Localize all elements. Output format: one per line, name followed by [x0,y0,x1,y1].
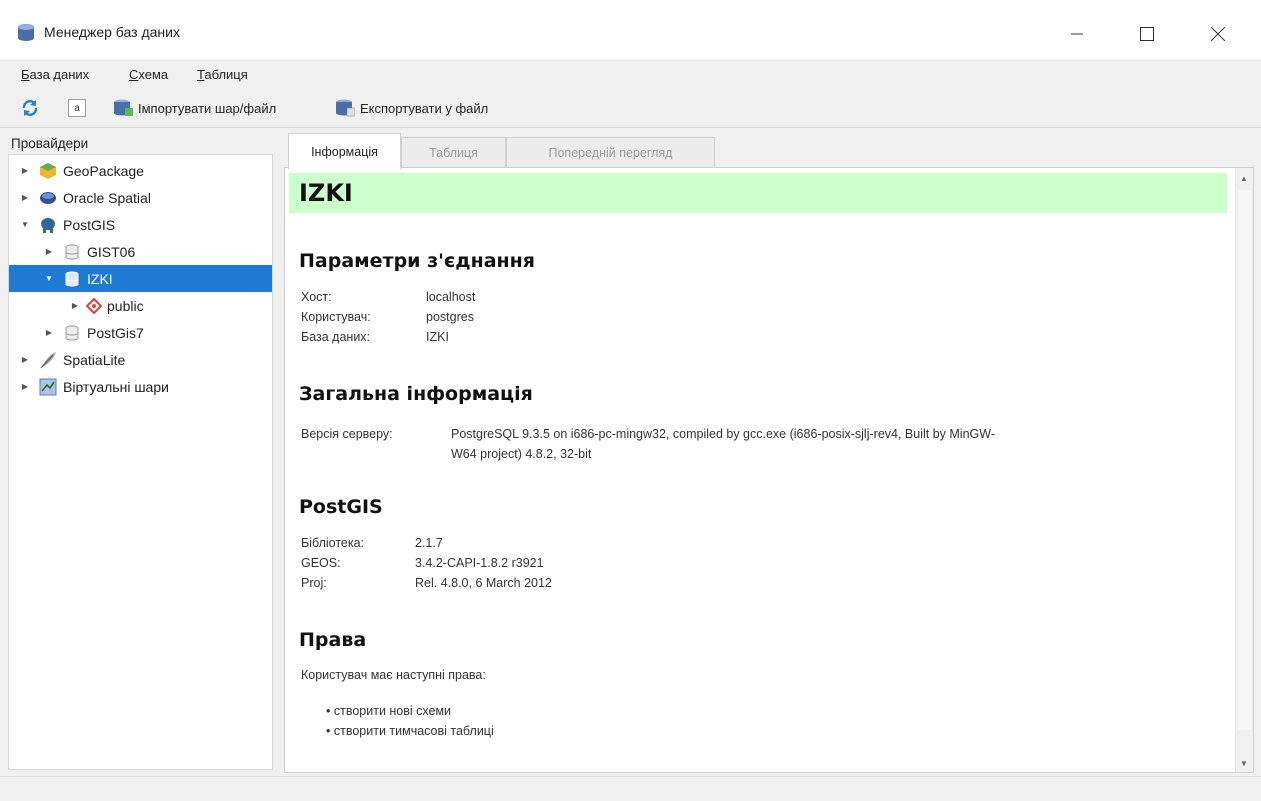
menu-database[interactable]: База даних [21,67,89,82]
database-icon [63,243,81,261]
server-version-value: PostgreSQL 9.3.5 on i686-pc-mingw32, com… [451,427,995,461]
providers-tree[interactable]: ▶ GeoPackage ▶ Oracle Spatial ▼ PostGIS … [8,154,273,770]
rights-list: створити нові схеми створити тимчасові т… [326,701,494,741]
expand-arrow-icon[interactable]: ▶ [19,382,31,391]
import-db-icon [114,99,133,116]
maximize-button[interactable] [1124,14,1170,54]
expand-arrow-icon[interactable]: ▶ [43,247,55,256]
list-item: створити тимчасові таблиці [326,721,494,741]
rights-intro: Користувач має наступні права: [301,668,486,682]
connection-values: localhost postgres IZKI [426,290,476,344]
database-title: IZKI [289,173,1227,213]
tree-item-postgis[interactable]: ▼ PostGIS [9,211,272,238]
scroll-down-icon[interactable]: ▼ [1240,759,1248,768]
sql-window-button[interactable]: a [68,97,86,119]
collapse-arrow-icon[interactable]: ▼ [43,274,55,283]
tree-item-geopackage[interactable]: ▶ GeoPackage [9,157,272,184]
virtual-layer-icon [39,378,57,396]
connection-heading: Параметри з'єднання [299,250,535,272]
expand-arrow-icon[interactable]: ▶ [43,328,55,337]
postgis-values: 2.1.7 3.4.2-CAPI-1.8.2 r3921 Rel. 4.8.0,… [415,536,552,590]
tree-item-izki[interactable]: ▼ IZKI [9,265,272,292]
status-bar [0,776,1261,801]
tree-item-postgis7[interactable]: ▶ PostGis7 [9,319,272,346]
import-layer-button[interactable]: Імпортувати шар/файл [113,97,276,119]
minimize-icon [1071,33,1083,35]
menu-schema[interactable]: Схема [129,67,168,82]
postgis-heading: PostGIS [299,496,383,518]
info-content: IZKI Параметри з'єднання Хост: Користува… [284,167,1254,773]
minimize-button[interactable] [1054,14,1100,54]
vertical-scrollbar[interactable]: ▲ ▼ [1235,168,1253,772]
expand-arrow-icon[interactable]: ▶ [19,193,31,202]
maximize-icon [1140,27,1154,41]
refresh-icon [22,100,38,116]
expand-arrow-icon[interactable]: ▶ [69,301,81,310]
expand-arrow-icon[interactable]: ▶ [19,166,31,175]
expand-arrow-icon[interactable]: ▶ [19,355,31,364]
tree-item-oracle-spatial[interactable]: ▶ Oracle Spatial [9,184,272,211]
tree-item-spatialite[interactable]: ▶ SpatiaLite [9,346,272,373]
tab-table[interactable]: Таблиця [401,137,506,167]
tab-info[interactable]: Інформація [288,133,401,169]
tree-item-gist06[interactable]: ▶ GIST06 [9,238,272,265]
postgis-keys: Бібліотека: GEOS: Proj: [301,536,365,590]
tree-item-virtual-layers[interactable]: ▶ Віртуальні шари [9,373,272,400]
window-title: Менеджер баз даних [44,24,180,40]
export-db-icon [336,99,355,117]
scrollbar-thumb[interactable] [1238,190,1251,730]
scroll-up-icon[interactable]: ▲ [1240,174,1248,183]
tab-preview[interactable]: Попередній перегляд [506,137,715,167]
close-button[interactable] [1195,14,1241,54]
geopackage-icon [39,162,57,180]
schema-icon [85,297,103,315]
database-icon [17,23,35,42]
database-icon [63,270,81,288]
postgis-elephant-icon [39,216,57,234]
connection-keys: Хост: Користувач: База даних: [301,290,371,344]
menu-table[interactable]: Таблиця [197,67,248,82]
general-info-heading: Загальна інформація [299,383,533,405]
menu-bar: База даних Схема Таблиця [0,61,1261,88]
refresh-button[interactable] [21,97,39,119]
export-file-button[interactable]: Експортувати у файл [335,97,488,119]
providers-header: Провайдери [11,136,89,151]
spatialite-feather-icon [39,351,57,369]
server-version-key: Версія серверу: [301,427,393,441]
list-item: створити нові схеми [326,701,494,721]
tree-item-public[interactable]: ▶ public [9,292,272,319]
providers-panel: Провайдери ▶ GeoPackage ▶ Oracle Spatial… [8,132,273,772]
info-panel: Інформація Таблиця Попередній перегляд I… [282,133,1256,773]
close-icon [1211,27,1225,41]
toolbar: a Імпортувати шар/файл Експортувати у фа… [0,88,1261,128]
collapse-arrow-icon[interactable]: ▼ [19,220,31,229]
title-bar: Менеджер баз даних [0,0,1261,61]
oracle-icon [39,189,57,207]
sql-icon: a [68,99,86,117]
database-icon [63,324,81,342]
rights-heading: Права [299,629,367,651]
